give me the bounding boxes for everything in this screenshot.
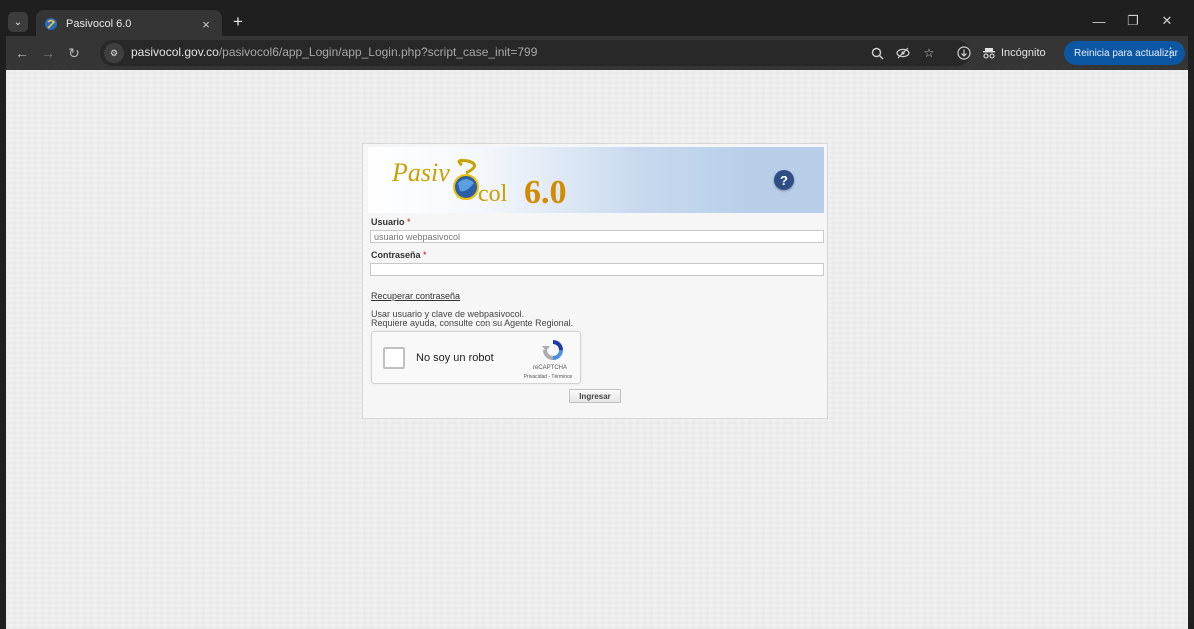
password-label-text: Contraseña <box>371 250 421 260</box>
recaptcha-label: No soy un robot <box>416 352 494 364</box>
browser-toolbar: ← → ↻ ⚙ pasivocol.gov.co/pasivocol6/app_… <box>6 36 1188 70</box>
required-mark: * <box>407 217 411 227</box>
zoom-icon[interactable] <box>868 44 886 62</box>
recaptcha-widget: No soy un robot reCAPTCHA Privacidad - T… <box>371 331 581 384</box>
incognito-icon <box>983 48 995 59</box>
url-text[interactable]: pasivocol.gov.co/pasivocol6/app_Login/ap… <box>131 45 537 59</box>
download-icon[interactable] <box>954 43 974 63</box>
window-close-icon[interactable]: ✕ <box>1152 10 1182 32</box>
forward-arrow-icon[interactable]: → <box>38 43 58 63</box>
help-question-icon[interactable]: ? <box>774 170 794 190</box>
eye-off-icon[interactable] <box>894 44 912 62</box>
recaptcha-checkbox[interactable] <box>383 347 405 369</box>
username-label-text: Usuario <box>371 217 405 227</box>
logo-text-pasiv: Pasiv <box>391 158 450 187</box>
info-line-2: Requiere ayuda, consulte con su Agente R… <box>371 318 574 328</box>
restart-to-update-button[interactable]: Reinicia para actualizar ⋮ <box>1064 41 1185 65</box>
password-input[interactable] <box>370 263 824 276</box>
tab-title: Pasivocol 6.0 <box>66 18 132 30</box>
required-mark: * <box>423 250 427 260</box>
active-tab[interactable]: Pasivocol 6.0 × <box>36 10 222 38</box>
incognito-label: Incógnito <box>1001 47 1046 59</box>
incognito-indicator[interactable]: Incógnito <box>982 43 1046 63</box>
recaptcha-terms-link[interactable]: Privacidad - Términos <box>514 374 582 380</box>
login-submit-button[interactable]: Ingresar <box>569 389 621 403</box>
pasivocol-favicon-icon <box>45 18 57 30</box>
recover-password-link[interactable]: Recuperar contraseña <box>371 291 460 301</box>
username-label: Usuario * <box>371 217 411 227</box>
username-input[interactable] <box>370 230 824 243</box>
tab-search-chevron-icon[interactable]: ⌄ <box>8 12 28 32</box>
recaptcha-logo-icon <box>542 340 563 360</box>
pasivocol-logo: Pasiv col 6.0 <box>391 158 567 209</box>
login-panel: Pasiv col 6.0 ? Usuario * Contraseña * R… <box>362 143 828 419</box>
back-arrow-icon[interactable]: ← <box>12 43 32 63</box>
url-path: /pasivocol6/app_Login/app_Login.php?scri… <box>218 45 538 59</box>
site-info-icon[interactable]: ⚙ <box>104 43 124 63</box>
password-label: Contraseña * <box>371 250 427 260</box>
address-bar[interactable]: ⚙ pasivocol.gov.co/pasivocol6/app_Login/… <box>100 40 970 66</box>
tab-close-icon[interactable]: × <box>198 17 214 32</box>
bookmark-star-icon[interactable]: ☆ <box>920 44 938 62</box>
tab-strip: ⌄ Pasivocol 6.0 × + — ❐ ✕ <box>6 6 1188 38</box>
minimize-icon[interactable]: — <box>1084 10 1114 32</box>
page-viewport: Pasiv col 6.0 ? Usuario * Contraseña * R… <box>6 70 1188 629</box>
new-tab-button[interactable]: + <box>228 12 248 32</box>
restore-icon[interactable]: ❐ <box>1118 10 1148 32</box>
more-menu-icon[interactable]: ⋮ <box>1164 45 1177 61</box>
reload-icon[interactable]: ↻ <box>64 43 84 63</box>
recaptcha-brand: reCAPTCHA <box>532 365 567 371</box>
restart-label: Reinicia para actualizar <box>1074 47 1178 59</box>
help-area: ? <box>744 147 824 213</box>
app-banner: Pasiv col 6.0 ? <box>368 147 824 213</box>
url-host: pasivocol.gov.co <box>131 45 219 59</box>
logo-version: 6.0 <box>524 174 567 209</box>
logo-text-col: col <box>478 181 508 207</box>
